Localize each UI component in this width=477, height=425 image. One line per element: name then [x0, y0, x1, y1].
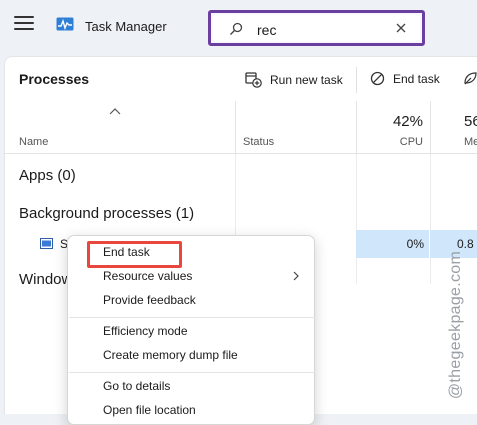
end-task-icon [370, 71, 385, 86]
column-name-header[interactable]: Name [19, 136, 48, 148]
column-divider [430, 154, 431, 284]
title-bar: Task Manager rec [0, 0, 477, 54]
menu-item-efficiency-mode[interactable]: Efficiency mode [103, 324, 188, 338]
menu-divider [69, 372, 315, 373]
page-title: Processes [19, 71, 90, 87]
run-new-task-icon [245, 72, 262, 88]
menu-item-create-memory-dump[interactable]: Create memory dump file [103, 348, 238, 362]
end-task-highlight [87, 241, 182, 268]
menu-item-go-to-details[interactable]: Go to details [103, 379, 170, 393]
process-icon [40, 238, 53, 249]
close-icon[interactable] [394, 21, 408, 35]
search-box[interactable]: rec [208, 10, 425, 46]
task-manager-icon [56, 17, 74, 31]
app-title: Task Manager [85, 19, 167, 34]
column-memory-header[interactable]: Mem [464, 136, 477, 148]
column-divider [356, 101, 357, 157]
run-new-task-button[interactable]: Run new task [245, 71, 343, 88]
column-cpu-header[interactable]: CPU [385, 136, 423, 148]
column-status-header[interactable]: Status [243, 136, 274, 148]
end-task-label: End task [393, 71, 440, 86]
group-background-processes[interactable]: Background processes (1) [19, 205, 194, 222]
cpu-total-percent: 42% [392, 113, 423, 130]
efficiency-mode-icon[interactable] [463, 71, 477, 86]
watermark-text: @thegeekpage.com [447, 250, 464, 400]
menu-item-resource-values[interactable]: Resource values [103, 269, 192, 283]
run-new-task-label: Run new task [270, 72, 343, 87]
menu-divider [69, 317, 315, 318]
chevron-right-icon [293, 271, 299, 281]
header-divider [5, 153, 477, 154]
sort-ascending-icon[interactable] [109, 107, 121, 115]
column-divider [235, 101, 236, 157]
column-divider [356, 154, 357, 284]
group-windows-processes[interactable]: Window [19, 271, 72, 288]
toolbar-divider [356, 67, 357, 93]
hamburger-menu-icon[interactable] [14, 16, 34, 32]
search-icon [230, 22, 243, 35]
watermark: @thegeekpage.com [439, 240, 473, 410]
process-cpu: 0% [406, 237, 424, 251]
end-task-button[interactable]: End task [370, 71, 440, 86]
memory-total-percent: 56 [464, 113, 477, 130]
menu-item-provide-feedback[interactable]: Provide feedback [103, 293, 196, 307]
menu-item-open-file-location[interactable]: Open file location [103, 403, 196, 417]
group-apps[interactable]: Apps (0) [19, 167, 76, 184]
search-input[interactable]: rec [257, 22, 276, 38]
column-divider [430, 101, 431, 157]
